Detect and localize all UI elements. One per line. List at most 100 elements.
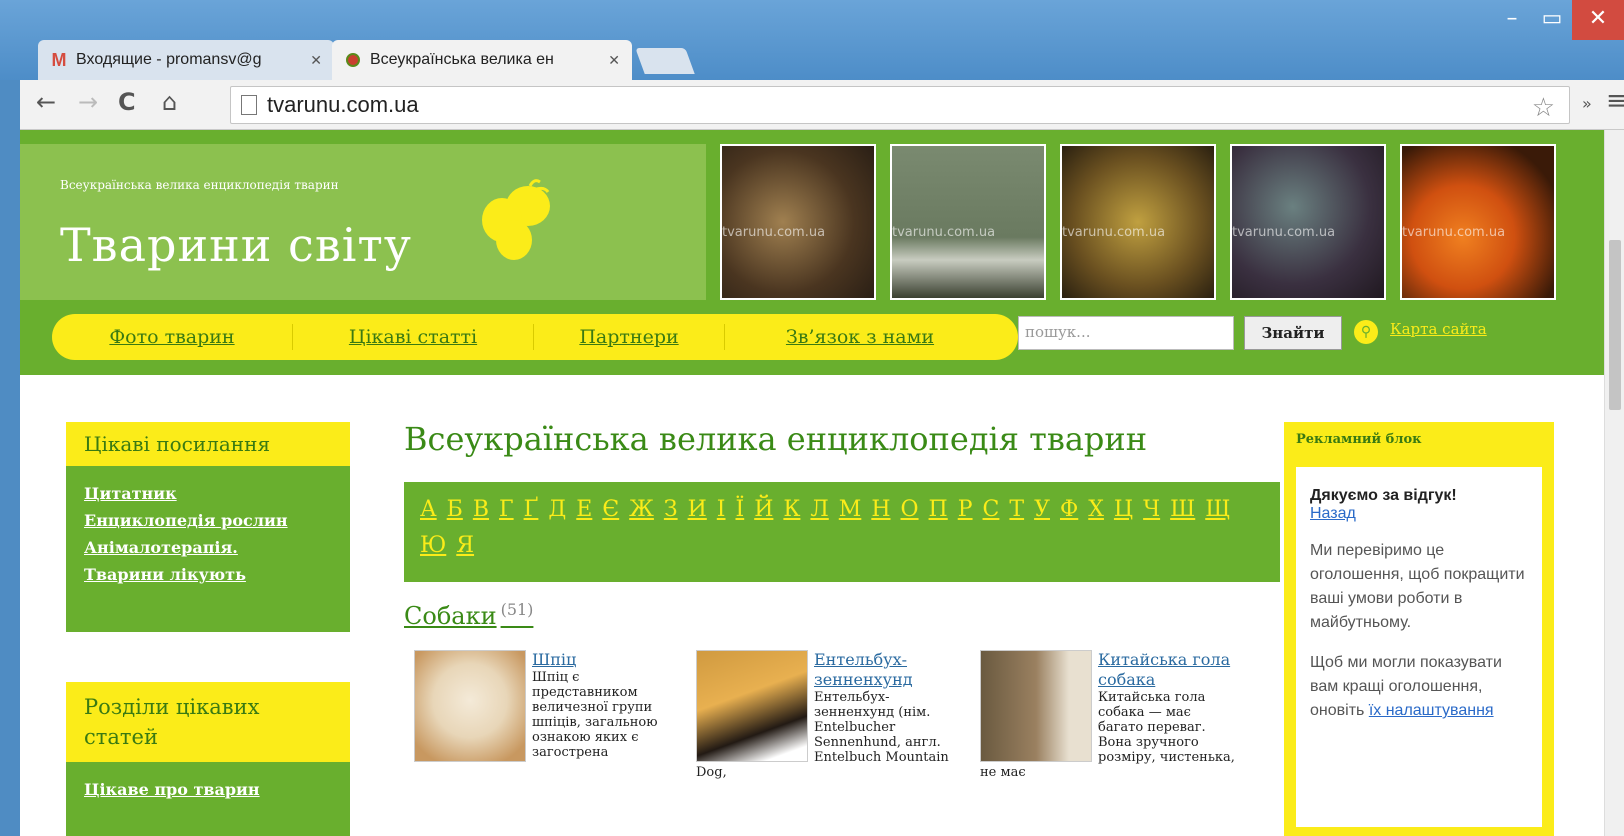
letter-link[interactable]: Х xyxy=(1088,492,1104,528)
letter-link[interactable]: Ш xyxy=(1170,492,1195,528)
link-about-animals[interactable]: Цікаве про тварин xyxy=(66,776,350,803)
tab-gmail[interactable]: M Входящие - promansv@g ✕ xyxy=(38,40,334,80)
letter-link[interactable]: С xyxy=(983,492,1000,528)
star-icon[interactable]: ☆ xyxy=(1532,89,1555,125)
search-input[interactable]: пошук... xyxy=(1018,316,1234,350)
alphabet-index: А Б В Г Ґ Д Е Є Ж З И І Ї Й К Л М Н О П Р С Т У Ф Х Ц Ч Ш Щ Ю Я xyxy=(404,482,1280,582)
ad-settings-link[interactable]: їх налаштування xyxy=(1369,702,1494,719)
photo-reef[interactable]: tvarunu.com.ua xyxy=(1230,144,1386,300)
menu-photos[interactable]: Фото тварин xyxy=(52,326,292,348)
letter-link[interactable]: Ю xyxy=(420,528,446,564)
letter-link[interactable]: П xyxy=(929,492,948,528)
ad-feedback-panel: Дякуємо за відгук! Назад Ми перевіримо ц… xyxy=(1296,467,1542,827)
article-sections-block: Розділи цікавих статей Цікаве про тварин xyxy=(66,682,350,836)
letter-link[interactable]: У xyxy=(1034,492,1050,528)
letter-link[interactable]: Є xyxy=(602,492,619,528)
letter-link[interactable]: Я xyxy=(456,528,474,564)
tab-title: Входящие - promansv@g xyxy=(76,51,262,68)
menu-articles[interactable]: Цікаві статті xyxy=(293,326,533,348)
category-title[interactable]: Собаки xyxy=(404,602,497,630)
card-thumbnail[interactable] xyxy=(696,650,808,762)
interesting-links-heading: Цікаві посилання xyxy=(66,422,350,466)
letter-link[interactable]: Ж xyxy=(629,492,654,528)
close-tab-icon[interactable]: ✕ xyxy=(310,52,322,69)
photo-snake[interactable]: tvarunu.com.ua xyxy=(720,144,876,300)
minimize-button[interactable]: – xyxy=(1492,0,1532,40)
category-heading[interactable]: Собаки (51) xyxy=(404,600,1280,630)
letter-link[interactable]: Ч xyxy=(1143,492,1160,528)
ad-block: Рекламний блок Дякуємо за відгук! Назад … xyxy=(1284,422,1554,836)
letter-link[interactable]: Г xyxy=(499,492,514,528)
link-animals-heal[interactable]: Тварини лікують xyxy=(66,561,350,588)
web-page: Всеукраїнська велика енциклопедія тварин… xyxy=(20,130,1624,836)
close-tab-icon[interactable]: ✕ xyxy=(608,52,620,69)
ad-back-link[interactable]: Назад xyxy=(1310,505,1528,523)
reload-icon[interactable]: C xyxy=(118,88,136,116)
animal-card: Китайська гола собака Китайська гола соб… xyxy=(980,650,1240,780)
main-content: Всеукраїнська велика енциклопедія тварин… xyxy=(404,420,1280,630)
search-button[interactable]: Знайти xyxy=(1244,316,1342,350)
logo-title: Тварини світу xyxy=(60,218,412,272)
letter-link[interactable]: Р xyxy=(958,492,973,528)
letter-link[interactable]: Б xyxy=(447,492,463,528)
maximize-button[interactable]: ▭ xyxy=(1532,0,1572,40)
letter-link[interactable]: И xyxy=(688,492,707,528)
extensions-chevron-icon[interactable]: » xyxy=(1582,94,1592,113)
letter-link[interactable]: Ї xyxy=(736,492,745,528)
menu-contact[interactable]: Зв’язок з нами xyxy=(725,326,995,348)
home-icon[interactable]: ⌂ xyxy=(162,88,177,116)
menu-icon[interactable]: ≡ xyxy=(1606,86,1624,116)
letter-link[interactable]: Д xyxy=(548,492,566,528)
letter-link[interactable]: З xyxy=(664,492,678,528)
new-tab-button[interactable] xyxy=(635,48,695,74)
letter-link[interactable]: І xyxy=(717,492,726,528)
logo-subtitle: Всеукраїнська велика енциклопедія тварин xyxy=(60,178,339,192)
sitemap-link[interactable]: Карта сайта xyxy=(1390,320,1487,338)
letter-link[interactable]: В xyxy=(473,492,489,528)
tab-encyclopedia[interactable]: Всеукраїнська велика ен ✕ xyxy=(332,40,632,80)
menu-partners[interactable]: Партнери xyxy=(534,326,724,348)
letter-link[interactable]: Щ xyxy=(1205,492,1230,528)
logo-box[interactable]: Всеукраїнська велика енциклопедія тварин… xyxy=(20,144,706,300)
letter-link[interactable]: Т xyxy=(1009,492,1024,528)
article-sections-heading: Розділи цікавих статей xyxy=(66,682,350,762)
link-animal-therapy[interactable]: Анімалотерапія. xyxy=(66,534,350,561)
tab-title: Всеукраїнська велика ен xyxy=(370,51,554,68)
main-menu: Фото тварин Цікаві статті Партнери Зв’яз… xyxy=(52,314,1018,360)
ad-heading: Рекламний блок xyxy=(1296,432,1422,447)
photo-frog[interactable]: tvarunu.com.ua xyxy=(1060,144,1216,300)
animal-card: Шпіц Шпіц є представником величезної гру… xyxy=(414,650,674,764)
letter-link[interactable]: М xyxy=(839,492,862,528)
interesting-links-block: Цікаві посилання Цитатник Енциклопедія р… xyxy=(66,422,350,632)
address-bar[interactable]: tvarunu.com.ua ☆ xyxy=(230,86,1570,124)
card-thumbnail[interactable] xyxy=(980,650,1092,762)
scrollbar-thumb[interactable] xyxy=(1609,240,1621,410)
photo-goldfish[interactable]: tvarunu.com.ua xyxy=(1400,144,1556,300)
back-icon[interactable]: ← xyxy=(36,88,56,116)
letter-link[interactable]: Ф xyxy=(1060,492,1078,528)
letter-link[interactable]: А xyxy=(420,492,437,528)
letter-link[interactable]: Н xyxy=(871,492,890,528)
ladybug-icon xyxy=(344,51,362,69)
photo-fish[interactable]: tvarunu.com.ua xyxy=(890,144,1046,300)
letter-link[interactable]: Е xyxy=(576,492,592,528)
ad-text-2: Щоб ми могли показувати вам кращі оголош… xyxy=(1310,654,1502,719)
letter-link[interactable]: Й xyxy=(754,492,773,528)
card-thumbnail[interactable] xyxy=(414,650,526,762)
butterfly-logo-icon xyxy=(482,179,550,260)
forward-icon[interactable]: → xyxy=(78,88,98,116)
close-window-button[interactable]: ✕ xyxy=(1572,0,1624,40)
gmail-icon: M xyxy=(51,49,67,70)
letter-link[interactable]: Л xyxy=(810,492,828,528)
link-quotes[interactable]: Цитатник xyxy=(66,480,350,507)
ad-text-1: Ми перевіримо це оголошення, щоб покращи… xyxy=(1310,542,1525,631)
link-plants[interactable]: Енциклопедія рослин xyxy=(66,507,350,534)
page-title: Всеукраїнська велика енциклопедія тварин xyxy=(404,420,1148,458)
letter-link[interactable]: Ц xyxy=(1114,492,1133,528)
letter-link[interactable]: Ґ xyxy=(524,492,539,528)
letter-link[interactable]: О xyxy=(901,492,919,528)
letter-link[interactable]: К xyxy=(783,492,800,528)
site-header: Всеукраїнська велика енциклопедія тварин… xyxy=(20,130,1604,375)
category-count: (51) xyxy=(500,600,534,619)
page-scrollbar[interactable] xyxy=(1604,130,1624,836)
